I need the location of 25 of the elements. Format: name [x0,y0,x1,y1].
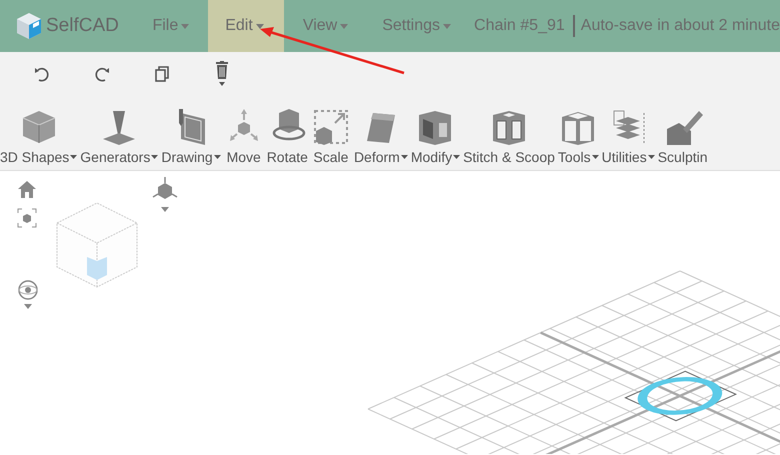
tool-button[interactable]: Scale [310,107,351,165]
tool-button[interactable]: 3D Shapes [0,107,78,165]
tool-button[interactable]: Generators [80,107,158,165]
camera-view-icon[interactable] [152,177,178,213]
copy-icon [152,64,170,82]
tool-button[interactable]: Utilities [602,107,655,165]
focus-icon[interactable] [17,208,37,228]
project-name: Chain #5_91 [474,15,575,37]
caret-icon [256,24,264,28]
caret-icon [181,24,190,28]
tool-button[interactable]: Modify [410,107,460,165]
autosave-status: Auto-save in about 2 minute [580,17,780,35]
caret-icon [443,24,452,28]
tool-button[interactable]: Drawing [161,107,221,165]
caret-icon [340,24,348,28]
tool-button[interactable]: Tools [558,107,599,165]
tool-button[interactable]: Sculptin [658,107,708,165]
home-icon[interactable] [18,181,36,198]
app-logo-text: SelfCAD [46,15,119,37]
logo-icon [14,11,44,41]
tool-button[interactable]: Rotate [266,107,308,165]
tool-button[interactable]: Move [224,107,264,165]
tool-button[interactable]: Stitch & Scoop [463,107,555,165]
orbit-icon[interactable] [17,279,39,311]
tool-button[interactable]: Deform [354,107,408,165]
